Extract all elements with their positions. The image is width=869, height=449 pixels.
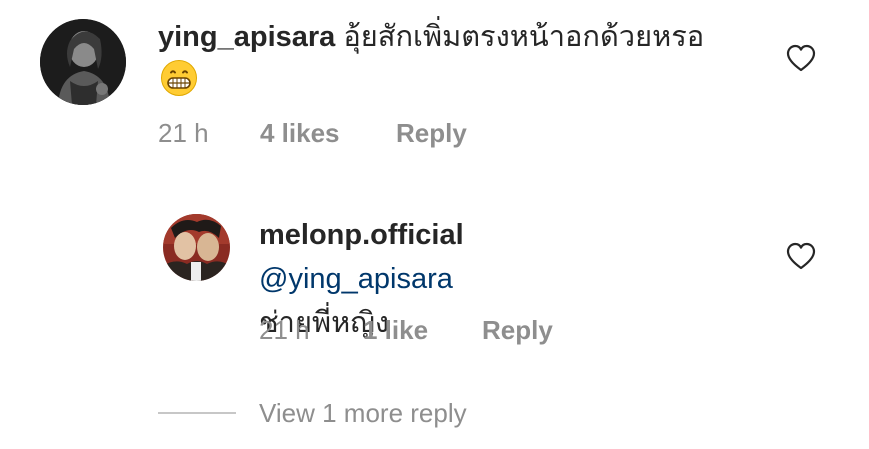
likes-count[interactable]: 4 likes bbox=[260, 117, 340, 149]
comment-text: อุ้ยสักเพิ่มตรงหน้าอกด้วยหรอ bbox=[343, 21, 705, 53]
timestamp: 21 h bbox=[259, 315, 310, 345]
avatar-photo bbox=[40, 19, 126, 105]
reply-button[interactable]: Reply bbox=[482, 314, 553, 346]
heart-icon[interactable] bbox=[786, 242, 816, 270]
heart-icon[interactable] bbox=[786, 44, 816, 72]
reply-button[interactable]: Reply bbox=[396, 117, 467, 149]
avatar-photo bbox=[163, 214, 230, 281]
reply-username-line: melonp.official bbox=[259, 213, 464, 257]
comment-username[interactable]: ying_apisara bbox=[158, 21, 335, 53]
view-more-replies-button[interactable]: View 1 more reply bbox=[158, 396, 467, 430]
avatar[interactable] bbox=[163, 214, 230, 281]
mention-link[interactable]: @ying_apisara bbox=[259, 263, 453, 295]
reply-meta: 21 h 1 like Reply bbox=[259, 314, 589, 346]
avatar[interactable] bbox=[40, 19, 126, 105]
comment-meta: 21 h 4 likes Reply bbox=[158, 117, 518, 149]
divider-line bbox=[158, 412, 236, 414]
grinning-face-icon bbox=[160, 59, 198, 97]
comment-text-block: ying_apisara อุ้ยสักเพิ่มตรงหน้าอกด้วยหร… bbox=[158, 15, 738, 103]
reply-username[interactable]: melonp.official bbox=[259, 219, 464, 251]
likes-count[interactable]: 1 like bbox=[363, 314, 428, 346]
timestamp: 21 h bbox=[158, 118, 209, 148]
view-more-label: View 1 more reply bbox=[259, 397, 467, 428]
